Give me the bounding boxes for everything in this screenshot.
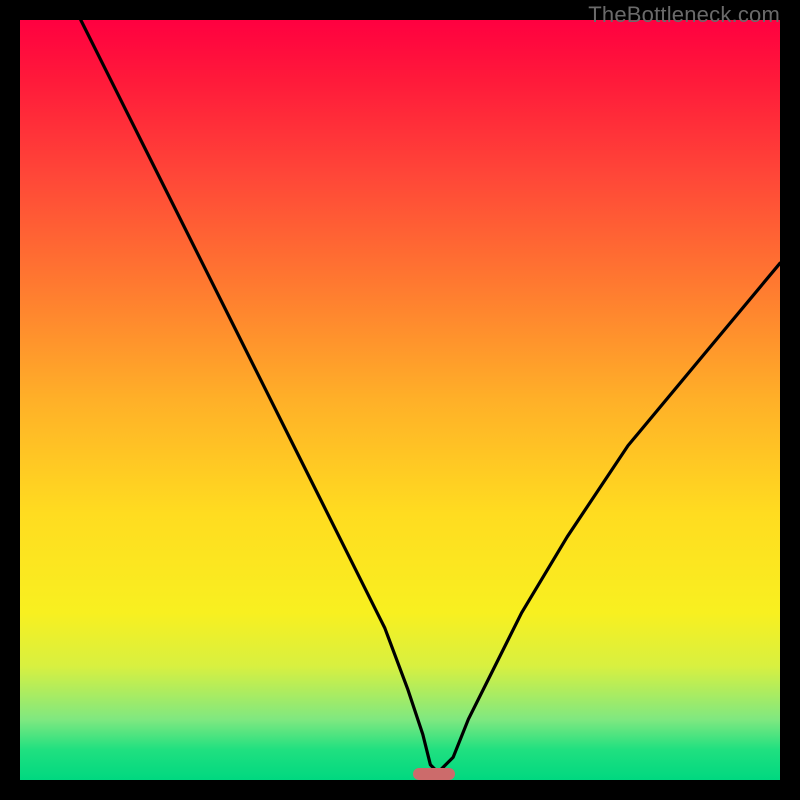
curve-path [81,20,780,772]
optimum-marker [413,768,455,780]
bottleneck-curve [20,20,780,780]
